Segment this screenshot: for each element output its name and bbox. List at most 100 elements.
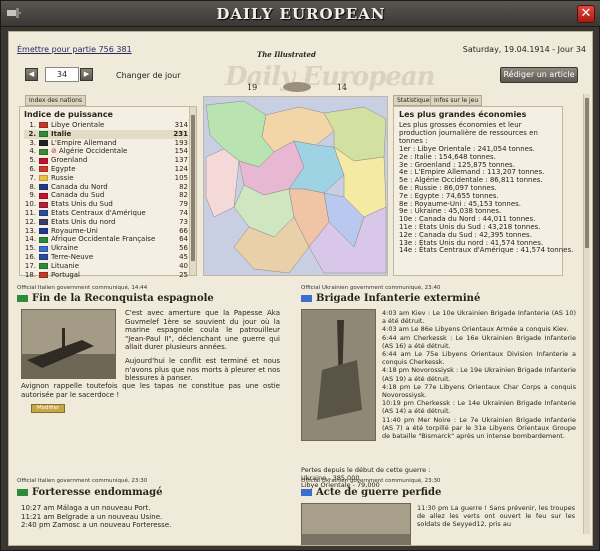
flag-icon [39, 271, 48, 278]
flag-icon [39, 192, 48, 199]
rank: 2. [28, 129, 36, 138]
masthead-year: 19 14 [247, 82, 347, 92]
flag-icon [39, 254, 48, 261]
battlefield-image [302, 310, 375, 440]
year-left: 19 [247, 82, 258, 92]
article1-title: Fin de la Reconquista espagnole [17, 293, 214, 304]
power-scroll-thumb[interactable] [191, 115, 195, 261]
power-value: 74 [179, 208, 188, 217]
write-article-button[interactable]: Rédiger un article [500, 67, 578, 83]
power-value: 137 [174, 156, 188, 165]
issue-link[interactable]: Émettre pour partie 756 381 [17, 45, 132, 54]
article1-paragraph: Avignon rappelle toutefois que les tapas… [21, 382, 280, 399]
economy-description: Les plus grosses économies et leur produ… [399, 121, 538, 145]
main-scrollbar[interactable] [583, 94, 590, 534]
masthead-subtitle: The Illustrated [257, 50, 316, 59]
flag-icon [39, 245, 48, 252]
window-title: DAILY EUROPEAN [216, 5, 386, 23]
power-value: 82 [179, 182, 188, 191]
flag-icon [39, 122, 48, 129]
economy-line: 14e : États Centraux d'Amérique : 41,574… [399, 246, 574, 255]
day-input[interactable]: 34 [45, 67, 79, 82]
power-index-row[interactable]: 4. ⊘ Algérie Occidentale 154 [24, 147, 188, 156]
power-index-row[interactable]: 13. Royaume-Uni 66 [24, 227, 188, 236]
battle-report-line: 11:40 pm Mer Noire : Le 7e Ukrainien Bri… [382, 415, 576, 441]
flag-icon [39, 227, 48, 234]
rank: 16. [24, 252, 36, 261]
power-index-row[interactable]: 10. Etats Unis du Sud 79 [24, 200, 188, 209]
rank: 9. [29, 191, 36, 200]
power-index-row[interactable]: 9. Canada du Sud 82 [24, 191, 188, 200]
nation-name: Royaume-Uni [51, 226, 98, 235]
battle-report-line: 6:44 am Le 75e Libyens Orientaux Divisio… [382, 350, 576, 367]
close-button[interactable]: ✕ [577, 5, 595, 23]
tab-nation-index[interactable]: Index des nations [25, 95, 87, 106]
power-index-row[interactable]: 6. Egypte 124 [24, 165, 188, 174]
battle-report-line: 4:03 am Kiev : Le 10e Ukrainien Brigade … [382, 309, 576, 326]
article2-body: 4:03 am Kiev : Le 10e Ukrainien Brigade … [382, 309, 576, 440]
article3-title-text: Forteresse endommagé [32, 487, 163, 498]
power-index-row[interactable]: 18. Portugal 25 [24, 271, 188, 280]
article2-title-text: Brigade Infanterie exterminé [316, 293, 481, 304]
article1-paragraph: Aujourd'hui le conflit est terminé et no… [125, 356, 280, 383]
rank: 4. [29, 147, 36, 156]
power-index-row[interactable]: 5. Groenland 137 [24, 156, 188, 165]
newspaper-window: DAILY EUROPEAN ✕ Émettre pour partie 756… [0, 0, 600, 551]
prev-day-button[interactable]: ◀ [25, 68, 38, 81]
battle-report-line: 4:18 pm Novorossiysk : Le 19e Ukrainien … [382, 366, 576, 383]
power-index-panel: Indice de puissance 1. Libye Orientale 314… [19, 106, 197, 279]
rank: 7. [29, 173, 36, 182]
power-value: 25 [179, 270, 188, 279]
article3-title: Forteresse endommagé [17, 487, 163, 498]
power-value: 45 [179, 252, 188, 261]
power-scrollbar[interactable] [189, 107, 196, 275]
article2-photo [301, 309, 376, 441]
power-index-row[interactable]: 3. L'Empire Allemand 193 [24, 139, 188, 148]
flag-icon [39, 210, 48, 217]
power-index-row[interactable]: 1. Libye Orientale 314 [24, 121, 188, 130]
change-day-label: Changer de jour [116, 71, 181, 80]
power-value: 105 [174, 173, 188, 182]
power-index-row[interactable]: 7. Russie 105 [24, 174, 188, 183]
rank: 18. [24, 270, 36, 279]
modify-button[interactable]: Modifier [31, 404, 65, 413]
power-value: 73 [179, 217, 188, 226]
power-index-row[interactable]: 11. États Centraux d'Amérique 74 [24, 209, 188, 218]
rank: 10. [24, 200, 36, 209]
rank: 15. [24, 244, 36, 253]
world-map[interactable] [203, 96, 388, 276]
power-index-list: 1. Libye Orientale 314 2. Italie 231 3. L'Empir… [24, 121, 188, 279]
soldiers-image [302, 504, 410, 545]
construction-line: 2:40 pm Zamosc a un nouveau Forteresse. [21, 521, 172, 530]
power-value: 82 [179, 191, 188, 200]
article1-photo [21, 309, 116, 379]
date-line: Saturday, 19.04.1914 - Jour 34 [462, 45, 586, 54]
power-index-row[interactable]: 15. Ukraine 56 [24, 244, 188, 253]
next-day-button[interactable]: ▶ [80, 68, 93, 81]
article3-meta: Official Italien government communiqué, … [17, 478, 148, 484]
flag-icon [39, 139, 48, 146]
rank: 6. [29, 164, 36, 173]
rank: 13. [24, 226, 36, 235]
shipwreck-image [22, 310, 115, 378]
battle-report-line: 4:03 am Le 86e Libyens Orientaux Armée a… [382, 325, 569, 334]
power-index-row[interactable]: 8. Canada du Nord 82 [24, 183, 188, 192]
construction-line: 11:21 am Belgrade a un nouveau Usine. [21, 512, 163, 521]
power-index-row[interactable]: 14. Afrique Occidentale Française 64 [24, 235, 188, 244]
nation-name: Etats Unis du Sud [51, 200, 113, 209]
rank: 12. [24, 217, 36, 226]
tab-game-info[interactable]: Infos sur le jeu [430, 95, 483, 106]
article4-title: Acte de guerre perfide [301, 487, 441, 498]
flag-icon [17, 489, 28, 496]
main-scroll-thumb[interactable] [585, 98, 589, 248]
flag-icon [39, 157, 48, 164]
power-index-row[interactable]: 12. États Unis du nord 73 [24, 218, 188, 227]
power-index-row[interactable]: 17. Lituanie 40 [24, 262, 188, 271]
nation-name: Russie [51, 173, 74, 182]
economy-panel: Les plus grandes économies Les plus gros… [393, 106, 574, 276]
power-value: 154 [174, 147, 188, 156]
power-index-row[interactable]: 2. Italie 231 [24, 129, 188, 139]
battle-report-line: 6:44 am Cherkessk : Le 16e Ukrainien Bri… [382, 333, 576, 350]
flag-icon [17, 295, 28, 302]
power-index-row[interactable]: 16. Terre-Neuve 45 [24, 253, 188, 262]
